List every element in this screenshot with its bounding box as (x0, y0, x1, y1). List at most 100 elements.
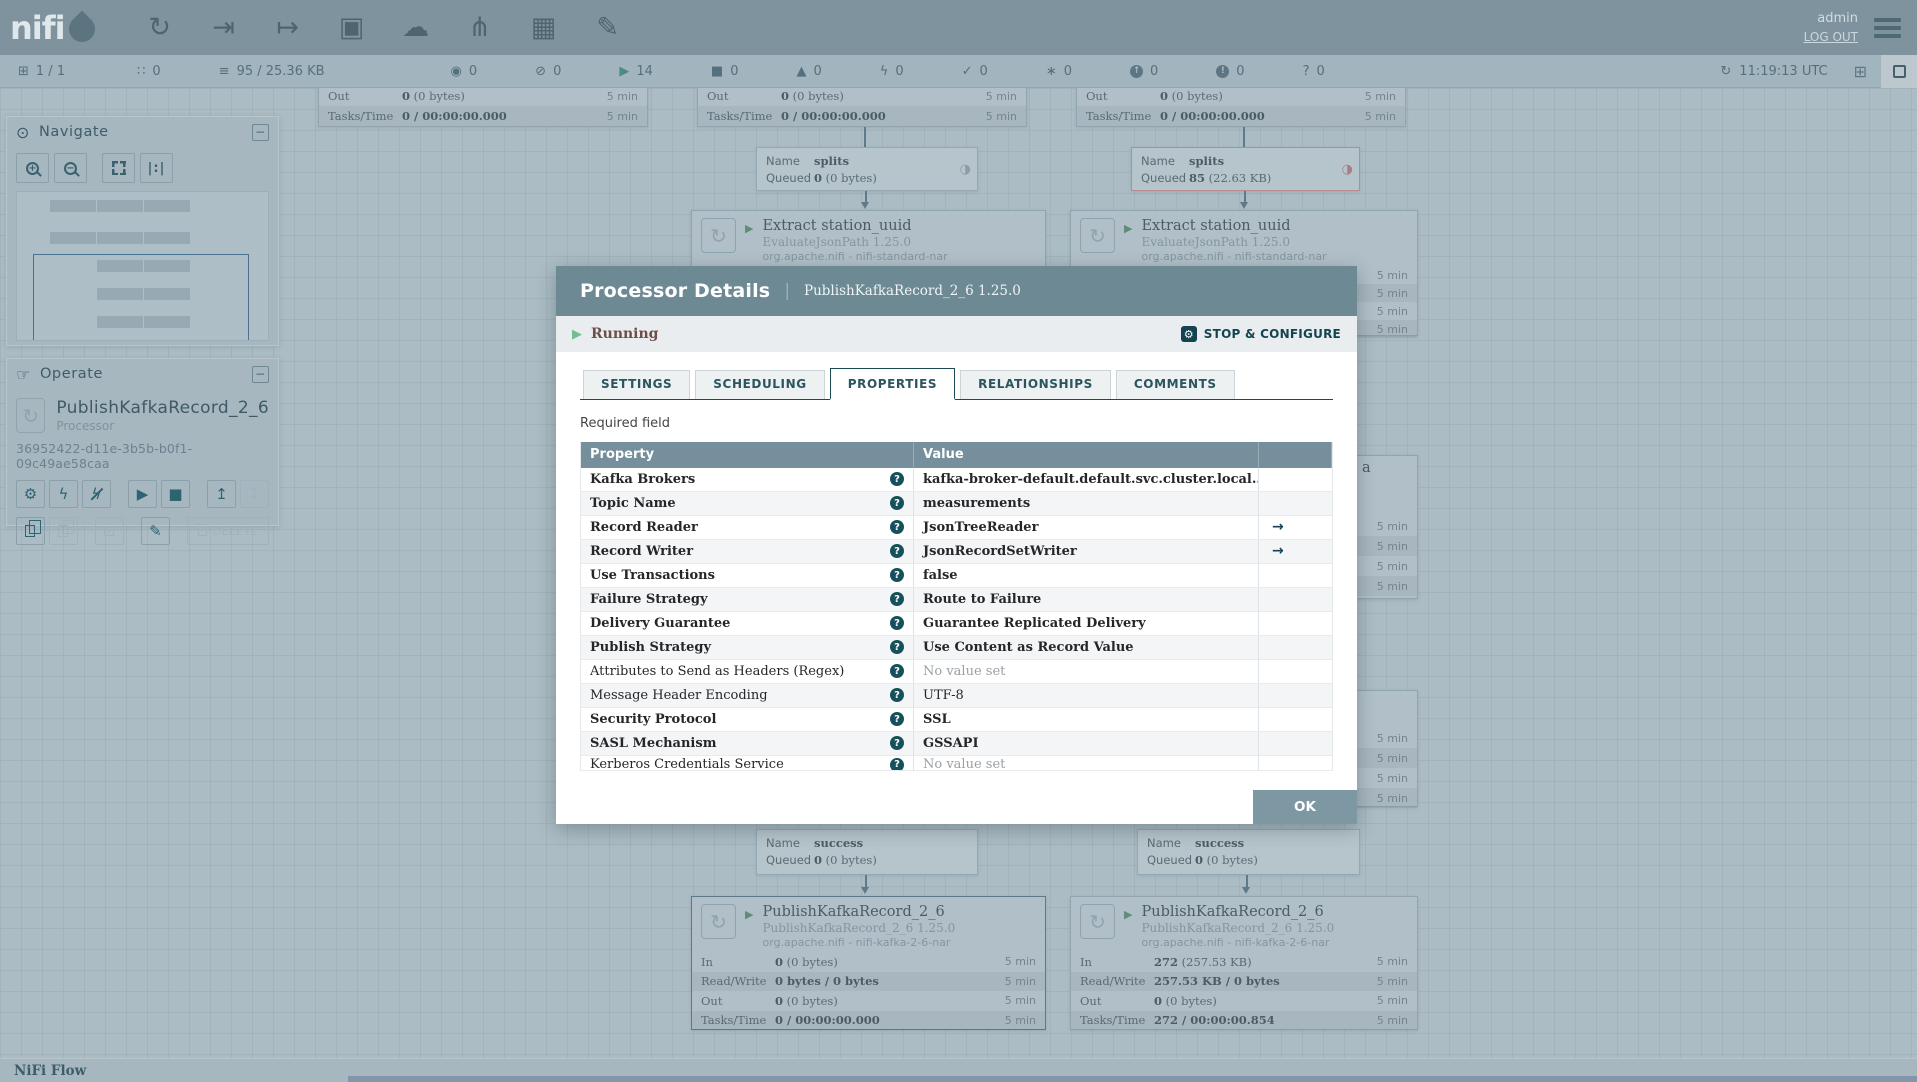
collapse-operate-button[interactable]: − (252, 366, 269, 383)
help-icon[interactable]: ? (890, 712, 904, 726)
help-icon[interactable]: ? (890, 736, 904, 750)
table-row: Use Transactions? false (581, 564, 1332, 588)
dialog-tabs: SETTINGS SCHEDULING PROPERTIES RELATIONS… (580, 368, 1333, 400)
enable-button[interactable]: ϟ (49, 480, 78, 508)
clipped-processor-name: a (1362, 460, 1371, 476)
processor-fragment-top-1[interactable]: Out 0 (0 bytes) 5 min Tasks/Time 0 / 00:… (318, 86, 648, 127)
copy-button[interactable] (16, 517, 45, 545)
status-active-threads: ∷ 0 (137, 64, 161, 79)
help-icon[interactable]: ? (890, 544, 904, 558)
fit-icon (112, 161, 126, 175)
help-icon[interactable]: ? (890, 640, 904, 654)
tab-properties[interactable]: PROPERTIES (830, 368, 955, 400)
help-icon[interactable]: ? (890, 496, 904, 510)
help-icon[interactable]: ? (890, 688, 904, 702)
processor-type: EvaluateJsonPath 1.25.0 (1141, 235, 1326, 249)
birdseye-toggle-button[interactable] (1881, 55, 1917, 88)
global-menu-icon[interactable] (1874, 18, 1901, 38)
help-icon[interactable]: ? (890, 520, 904, 534)
zoom-fit-button[interactable] (102, 153, 135, 183)
processor-publishkafka-left[interactable]: ↻ ▶ PublishKafkaRecord_2_6 PublishKafkaR… (691, 896, 1046, 1030)
zoom-actual-size-button[interactable]: |:| (140, 153, 173, 183)
connection-line[interactable] (864, 127, 866, 147)
transmitting-count: 0 (469, 64, 477, 79)
zoom-out-button[interactable]: − (54, 153, 87, 183)
running-indicator-icon: ▶ (572, 327, 582, 342)
status-not-transmitting: ⊘ 0 (535, 64, 561, 79)
connection-line[interactable] (1243, 127, 1245, 147)
processor-name: Extract station_uuid (1141, 218, 1326, 234)
connection-label-splits-left[interactable]: Namesplits Queued0 (0 bytes) ◑ (756, 147, 978, 191)
horizontal-scrollbar[interactable] (348, 1076, 1917, 1082)
app-header: nifi ↻ ⇥ ↦ ▣ ☁ ⋔ ▦ ✎ admin LOG OUT (0, 0, 1917, 55)
stop-button[interactable]: ■ (161, 480, 190, 508)
connection-label-success-right[interactable]: Namesuccess Queued0 (0 bytes) (1137, 829, 1360, 875)
start-button[interactable]: ▶ (128, 480, 157, 508)
processor-bundle: org.apache.nifi - nifi-kafka-2-6-nar (762, 936, 955, 949)
not-transmitting-icon: ⊘ (535, 65, 546, 78)
table-row: Message Header Encoding? UTF-8 (581, 684, 1332, 708)
help-icon[interactable]: ? (890, 616, 904, 630)
processor-publishkafka-right[interactable]: ↻ ▶ PublishKafkaRecord_2_6 PublishKafkaR… (1070, 896, 1418, 1030)
square-icon (1893, 65, 1906, 78)
status-up-to-date: ✓ 0 (962, 64, 988, 79)
goto-controller-service-icon[interactable]: → (1268, 543, 1284, 559)
status-invalid: ▲ 0 (796, 64, 821, 79)
processor-type-icon: ↻ (16, 398, 45, 433)
breadcrumb[interactable]: NiFi Flow (14, 1063, 86, 1079)
tab-settings[interactable]: SETTINGS (583, 370, 690, 399)
selected-component-id: 36952422-d11e-3b5b-b0f1-09c49ae58caa (16, 441, 269, 471)
processor-fragment-top-2[interactable]: Out 0 (0 bytes) 5 min Tasks/Time 0 / 00:… (697, 86, 1027, 127)
tab-comments[interactable]: COMMENTS (1116, 370, 1235, 399)
group-button[interactable]: ⊡ (95, 517, 124, 545)
label-icon[interactable]: ✎ (589, 9, 627, 47)
remote-process-group-icon[interactable]: ☁ (397, 9, 435, 47)
connection-label-splits-right[interactable]: Namesplits Queued85 (22.63 KB) ◑ (1131, 147, 1360, 191)
disable-button[interactable]: ϟ (82, 480, 111, 508)
template-icon[interactable]: ▦ (525, 9, 563, 47)
status-sync-failure: ? 0 (1303, 64, 1325, 79)
goto-controller-service-icon[interactable]: → (1268, 519, 1284, 535)
birdseye-map[interactable] (16, 191, 269, 341)
up-to-date-count: 0 (980, 64, 988, 79)
paste-button[interactable] (49, 517, 78, 545)
operate-panel: ☞ Operate − ↻ PublishKafkaRecord_2_6 Pro… (6, 358, 279, 526)
nifi-application: nifi ↻ ⇥ ↦ ▣ ☁ ⋔ ▦ ✎ admin LOG OUT ⊞ 1 /… (0, 0, 1917, 1082)
fill-color-button[interactable]: ✎ (141, 517, 170, 545)
move-to-parent-group-button[interactable]: ↧ (240, 480, 269, 508)
help-icon[interactable]: ? (890, 472, 904, 486)
funnel-icon[interactable]: ⋔ (461, 9, 499, 47)
change-version-button[interactable]: ↥ (207, 480, 236, 508)
help-icon[interactable]: ? (890, 758, 904, 770)
user-area: admin LOG OUT (1804, 11, 1917, 45)
status-locally-modified-stale: ! 0 (1216, 64, 1244, 79)
processor-fragment-top-3[interactable]: Out 0 (0 bytes) 5 min Tasks/Time 0 / 00:… (1076, 86, 1406, 127)
delete-button[interactable]: DELETE (187, 517, 269, 545)
process-group-icon[interactable]: ▣ (333, 9, 371, 47)
help-icon[interactable]: ? (890, 592, 904, 606)
grid-toggle-icon[interactable]: ⊞ (1854, 62, 1867, 81)
stop-and-configure-button[interactable]: ⚙ STOP & CONFIGURE (1181, 326, 1341, 342)
help-icon[interactable]: ? (890, 664, 904, 678)
output-port-icon[interactable]: ↦ (269, 9, 307, 47)
refresh-icon[interactable]: ↻ (1720, 65, 1731, 78)
logout-link[interactable]: LOG OUT (1804, 30, 1858, 44)
connection-arrow-icon (861, 202, 869, 209)
connection-label-success-left[interactable]: Namesuccess Queued0 (0 bytes) (756, 829, 978, 875)
help-icon[interactable]: ? (890, 568, 904, 582)
delete-label: DELETE (213, 525, 258, 538)
ok-button[interactable]: OK (1253, 790, 1357, 824)
processor-icon[interactable]: ↻ (141, 9, 179, 47)
input-port-icon[interactable]: ⇥ (205, 9, 243, 47)
birdseye-viewport[interactable] (33, 254, 249, 341)
play-icon: ▶ (137, 485, 149, 503)
collapse-navigate-button[interactable]: − (252, 124, 269, 141)
selected-component-type: Processor (56, 419, 269, 433)
zoom-in-button[interactable]: + (16, 153, 49, 183)
processor-type: PublishKafkaRecord_2_6 1.25.0 (1141, 921, 1334, 935)
configure-button[interactable]: ⚙ (16, 480, 45, 508)
tab-scheduling[interactable]: SCHEDULING (695, 370, 824, 399)
tab-relationships[interactable]: RELATIONSHIPS (960, 370, 1111, 399)
status-clustered-nodes: ⊞ 1 / 1 (18, 64, 65, 79)
dialog-title: Processor Details (580, 280, 770, 302)
